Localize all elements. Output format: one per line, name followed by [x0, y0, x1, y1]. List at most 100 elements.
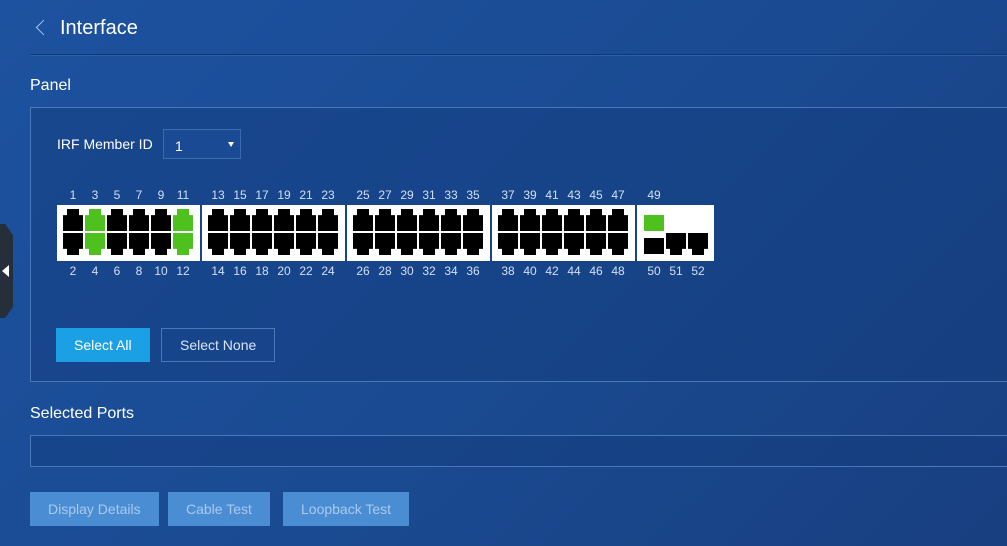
cable-test-button[interactable]: Cable Test: [168, 492, 270, 526]
port-42[interactable]: [542, 233, 562, 255]
port-6[interactable]: [107, 233, 127, 255]
port-38[interactable]: [498, 233, 518, 255]
port-8[interactable]: [129, 233, 149, 255]
port-number-label: 50: [647, 264, 661, 278]
port-number-label: 43: [567, 188, 581, 202]
port-9[interactable]: [151, 209, 171, 231]
port-7[interactable]: [129, 209, 149, 231]
port-24[interactable]: [318, 233, 338, 255]
port-group: [202, 205, 345, 261]
port-27[interactable]: [375, 209, 395, 231]
port-37[interactable]: [498, 209, 518, 231]
port-number-label: 52: [691, 264, 705, 278]
port-17[interactable]: [252, 209, 272, 231]
port-number-label: 49: [647, 188, 661, 202]
port-number-label: 8: [135, 264, 143, 278]
port-32[interactable]: [419, 233, 439, 255]
port-33[interactable]: [441, 209, 461, 231]
port-14[interactable]: [208, 233, 228, 255]
port-number-label: 46: [589, 264, 603, 278]
port-31[interactable]: [419, 209, 439, 231]
port-40[interactable]: [520, 233, 540, 255]
port-41[interactable]: [542, 209, 562, 231]
port-45[interactable]: [586, 209, 606, 231]
chevron-left-icon[interactable]: [35, 19, 52, 36]
port-50[interactable]: [644, 238, 664, 254]
port-number-label: 13: [211, 188, 225, 202]
sidebar-toggle[interactable]: [0, 224, 13, 318]
port-number-label: 34: [444, 264, 458, 278]
port-number-label: 17: [255, 188, 269, 202]
port-19[interactable]: [274, 209, 294, 231]
port-10[interactable]: [151, 233, 171, 255]
port-number-label: 47: [611, 188, 625, 202]
port-30[interactable]: [397, 233, 417, 255]
port-group: [57, 205, 200, 261]
port-13[interactable]: [208, 209, 228, 231]
port-number-label: 5: [113, 188, 121, 202]
port-49[interactable]: [644, 215, 664, 231]
port-22[interactable]: [296, 233, 316, 255]
port-number-label: 48: [611, 264, 625, 278]
port-34[interactable]: [441, 233, 461, 255]
port-number-label: 12: [176, 264, 190, 278]
port-1[interactable]: [63, 209, 83, 231]
port-28[interactable]: [375, 233, 395, 255]
port-46[interactable]: [586, 233, 606, 255]
chevron-down-icon: [228, 142, 234, 147]
port-12[interactable]: [173, 233, 193, 255]
port-47[interactable]: [608, 209, 628, 231]
port-36[interactable]: [463, 233, 483, 255]
port-number-label: 26: [356, 264, 370, 278]
port-3[interactable]: [85, 209, 105, 231]
port-number-label: 18: [255, 264, 269, 278]
port-group: [347, 205, 490, 261]
port-35[interactable]: [463, 209, 483, 231]
port-39[interactable]: [520, 209, 540, 231]
port-48[interactable]: [608, 233, 628, 255]
selected-ports-field[interactable]: [30, 435, 1007, 467]
port-number-label: 27: [378, 188, 392, 202]
port-number-label: 31: [422, 188, 436, 202]
port-52[interactable]: [688, 233, 708, 255]
port-21[interactable]: [296, 209, 316, 231]
port-number-label: 44: [567, 264, 581, 278]
port-number-label: 1: [69, 188, 77, 202]
irf-member-id-select[interactable]: 1: [163, 129, 241, 159]
port-number-label: 32: [422, 264, 436, 278]
port-29[interactable]: [397, 209, 417, 231]
port-number-label: 3: [91, 188, 99, 202]
port-number-label: 38: [501, 264, 515, 278]
port-number-label: 35: [466, 188, 480, 202]
port-2[interactable]: [63, 233, 83, 255]
irf-member-id-label: IRF Member ID: [57, 136, 153, 152]
loopback-test-button[interactable]: Loopback Test: [283, 492, 410, 526]
display-details-button[interactable]: Display Details: [30, 492, 159, 526]
port-number-label: 51: [669, 264, 683, 278]
port-18[interactable]: [252, 233, 272, 255]
port-51[interactable]: [666, 233, 686, 255]
port-number-label: 21: [299, 188, 313, 202]
select-none-button[interactable]: Select None: [161, 328, 276, 362]
port-number-label: 28: [378, 264, 392, 278]
port-43[interactable]: [564, 209, 584, 231]
port-4[interactable]: [85, 233, 105, 255]
select-all-button[interactable]: Select All: [56, 328, 150, 362]
port-26[interactable]: [353, 233, 373, 255]
port-number-label: 7: [135, 188, 143, 202]
port-number-label: 23: [321, 188, 335, 202]
port-5[interactable]: [107, 209, 127, 231]
port-number-label: 36: [466, 264, 480, 278]
port-23[interactable]: [318, 209, 338, 231]
port-44[interactable]: [564, 233, 584, 255]
port-25[interactable]: [353, 209, 373, 231]
port-number-label: 41: [545, 188, 559, 202]
port-16[interactable]: [230, 233, 250, 255]
panel-label: Panel: [30, 77, 71, 94]
port-15[interactable]: [230, 209, 250, 231]
port-20[interactable]: [274, 233, 294, 255]
port-number-label: 9: [157, 188, 165, 202]
port-11[interactable]: [173, 209, 193, 231]
selected-ports-label: Selected Ports: [30, 405, 135, 422]
port-number-label: 16: [233, 264, 247, 278]
